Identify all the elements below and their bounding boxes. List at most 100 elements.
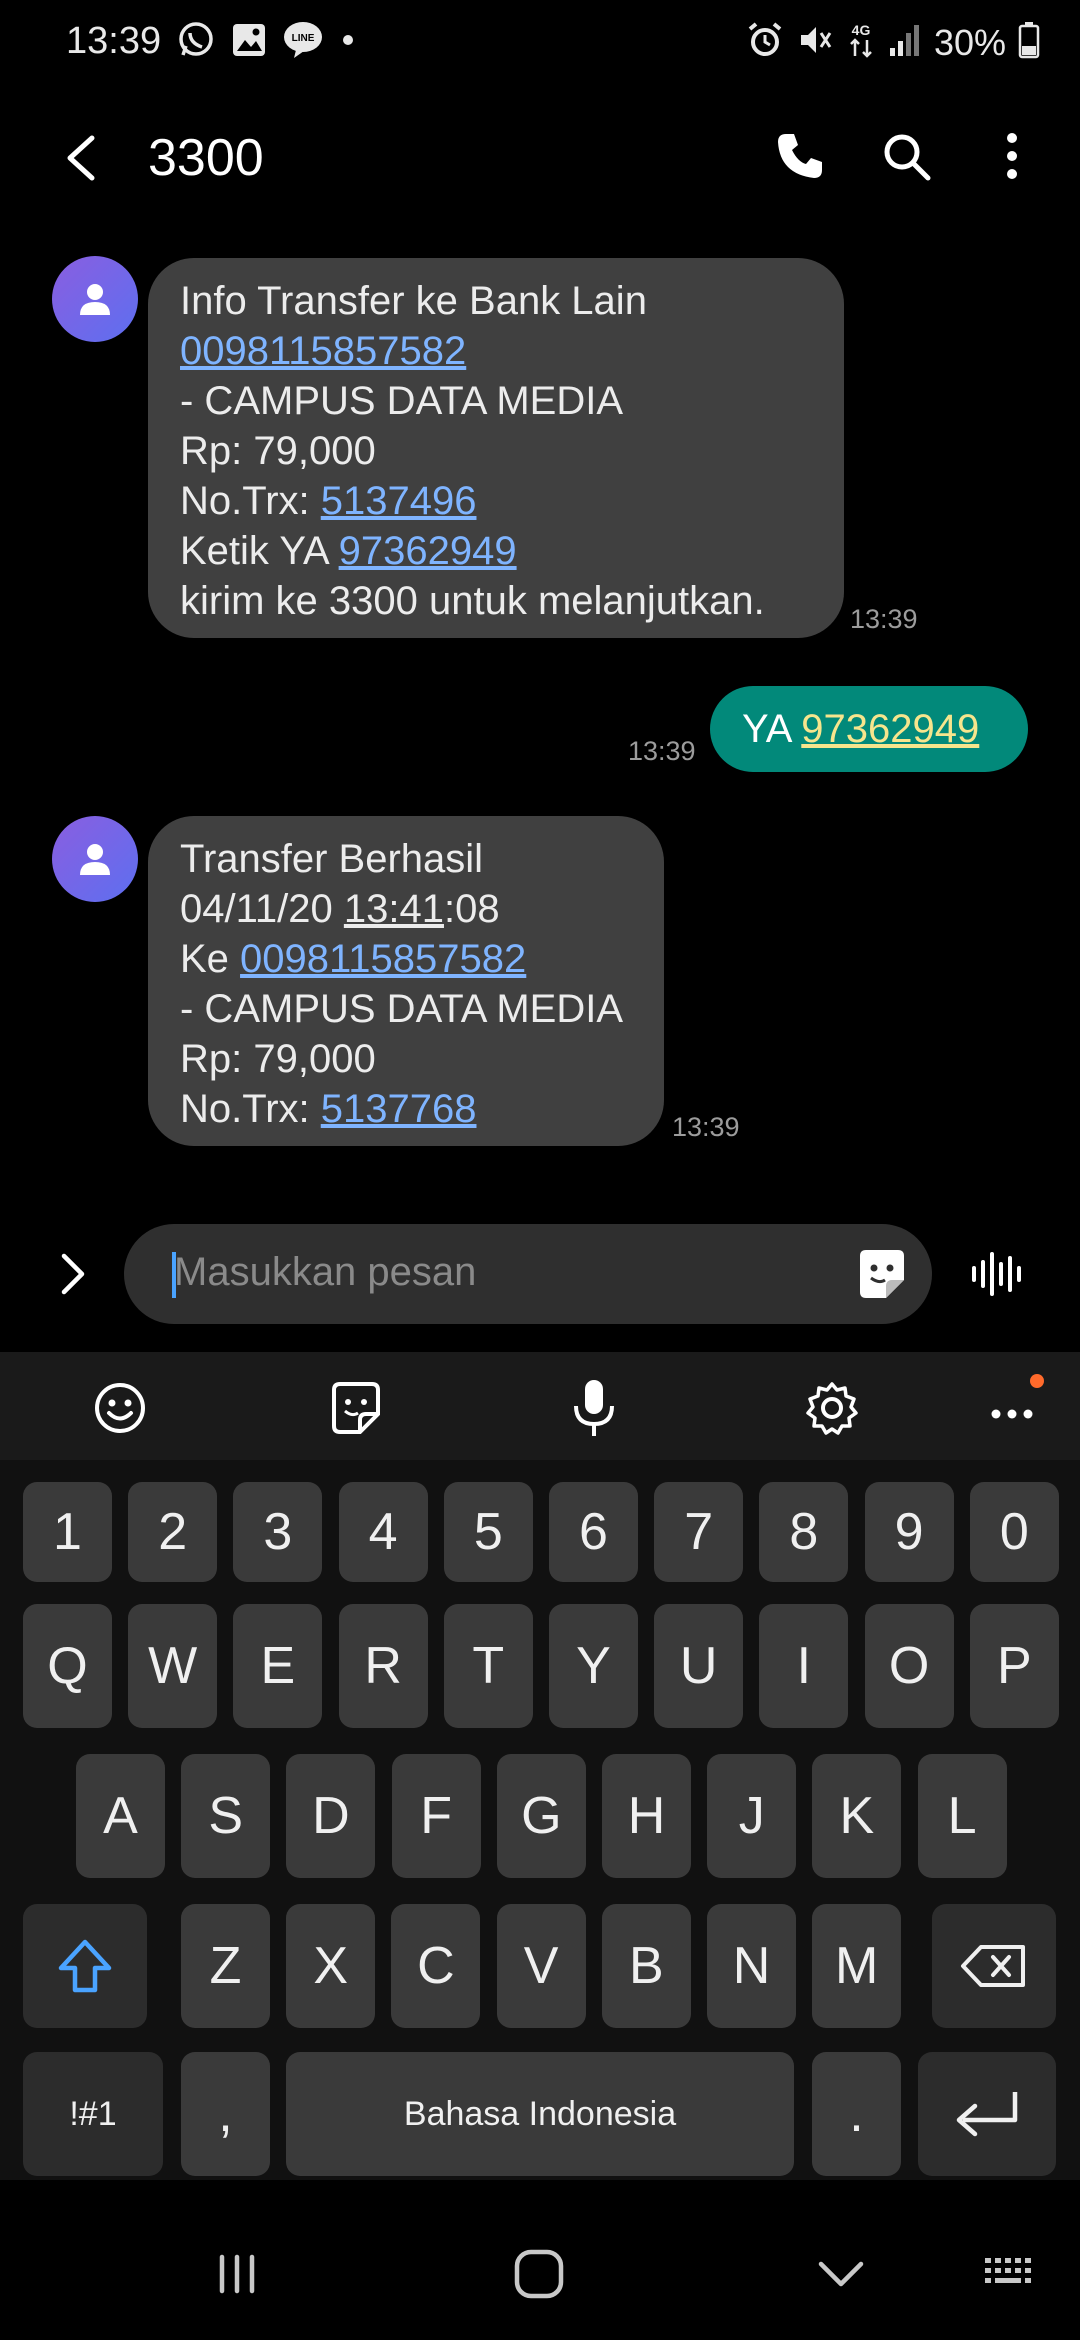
sticker-outline-icon (332, 1382, 380, 1434)
message-line: 0098115857582 (180, 326, 812, 376)
space-key[interactable]: Bahasa Indonesia (286, 2052, 794, 2176)
more-notifications-dot-icon (338, 30, 358, 55)
recent-apps-button[interactable] (202, 2244, 272, 2304)
incoming-message-bubble[interactable]: Info Transfer ke Bank Lain 0098115857582 -… (148, 258, 844, 638)
key-4[interactable]: 4 (338, 1482, 428, 1582)
period-key[interactable]: . (812, 2052, 901, 2176)
keyboard-settings-button[interactable] (802, 1378, 862, 1438)
notification-icons: LINE (176, 20, 358, 65)
key-7[interactable]: 7 (654, 1482, 744, 1582)
message-line: No.Trx: 5137768 (180, 1084, 632, 1134)
comma-key[interactable]: , (181, 2052, 270, 2176)
key-2[interactable]: 2 (128, 1482, 218, 1582)
key-a[interactable]: A (76, 1754, 165, 1878)
key-j[interactable]: J (707, 1754, 797, 1878)
line-app-icon: LINE (282, 20, 324, 65)
keyboard-icon (985, 2258, 1031, 2283)
key-r[interactable]: R (338, 1604, 428, 1728)
message-composer: Masukkan pesan (0, 1220, 1080, 1330)
key-e[interactable]: E (233, 1604, 323, 1728)
search-icon (884, 134, 931, 181)
key-8[interactable]: 8 (759, 1482, 849, 1582)
key-o[interactable]: O (864, 1604, 954, 1728)
key-d[interactable]: D (286, 1754, 376, 1878)
voice-record-button[interactable] (966, 1242, 1030, 1306)
chevron-right-icon (61, 1253, 85, 1295)
key-1[interactable]: 1 (23, 1482, 112, 1582)
key-b[interactable]: B (601, 1904, 691, 2028)
message-link[interactable]: 97362949 (339, 529, 517, 573)
gear-icon (806, 1382, 858, 1435)
key-p[interactable]: P (969, 1604, 1059, 1728)
message-text: Ke (180, 937, 241, 981)
back-arrow-icon (67, 135, 95, 181)
key-w[interactable]: W (128, 1604, 218, 1728)
message-text: kirim ke 3300 untuk melanjutkan. (180, 579, 765, 623)
sender-avatar[interactable] (52, 816, 138, 902)
emoji-button[interactable] (90, 1378, 150, 1438)
symbols-key[interactable]: !#1 (23, 2052, 163, 2176)
key-v[interactable]: V (496, 1904, 586, 2028)
home-button[interactable] (504, 2244, 574, 2304)
keyboard-more-button[interactable] (984, 1374, 1044, 1438)
message-timestamp: 13:39 (628, 736, 696, 766)
key-t[interactable]: T (443, 1604, 533, 1728)
more-options-button[interactable] (980, 124, 1044, 188)
key-h[interactable]: H (602, 1754, 691, 1878)
message-input[interactable]: Masukkan pesan (124, 1224, 932, 1324)
message-link[interactable]: 5137768 (321, 1087, 477, 1131)
key-3[interactable]: 3 (233, 1482, 323, 1582)
status-time: 13:39 (66, 20, 162, 62)
incoming-message-bubble[interactable]: Transfer Berhasil 04/11/20 13:41:08 Ke 009… (148, 816, 664, 1146)
call-button[interactable] (768, 124, 832, 188)
outgoing-message-bubble[interactable]: YA 97362949 (710, 686, 1028, 772)
backspace-key[interactable] (932, 1904, 1056, 2028)
message-link[interactable]: 0098115857582 (240, 937, 526, 981)
whatsapp-icon (176, 20, 216, 65)
recent-apps-icon (219, 2254, 255, 2294)
key-k[interactable]: K (812, 1754, 902, 1878)
keyboard-switch-button[interactable] (976, 2244, 1046, 2304)
key-u[interactable]: U (654, 1604, 744, 1728)
home-icon (514, 2249, 564, 2299)
message-text: :08 (443, 887, 500, 931)
key-q[interactable]: Q (23, 1604, 112, 1728)
message-line: Rp: 79,000 (180, 1034, 632, 1084)
message-line: 04/11/20 13:41:08 (180, 884, 632, 934)
enter-key[interactable] (918, 2052, 1056, 2176)
key-f[interactable]: F (391, 1754, 481, 1878)
message-text: - CAMPUS DATA MEDIA (180, 987, 624, 1031)
key-z[interactable]: Z (181, 1904, 270, 2028)
message-link[interactable]: 5137496 (321, 479, 477, 523)
message-time-link[interactable]: 13:41 (344, 887, 444, 931)
key-9[interactable]: 9 (864, 1482, 954, 1582)
message-timestamp: 13:39 (850, 604, 918, 634)
key-c[interactable]: C (391, 1904, 481, 2028)
outgoing-code-link[interactable]: 97362949 (801, 707, 979, 751)
key-m[interactable]: M (812, 1904, 902, 2028)
network-4g-icon: 4G (846, 20, 876, 65)
key-0[interactable]: 0 (969, 1482, 1059, 1582)
message-link[interactable]: 0098115857582 (180, 329, 466, 373)
svg-text:4G: 4G (852, 22, 871, 38)
shift-key[interactable] (23, 1904, 147, 2028)
gallery-icon (230, 21, 268, 64)
search-button[interactable] (874, 124, 938, 188)
key-g[interactable]: G (496, 1754, 586, 1878)
key-y[interactable]: Y (549, 1604, 638, 1728)
sender-avatar[interactable] (52, 256, 138, 342)
key-6[interactable]: 6 (549, 1482, 638, 1582)
key-s[interactable]: S (181, 1754, 271, 1878)
key-l[interactable]: L (917, 1754, 1007, 1878)
sticker-button[interactable] (854, 1246, 910, 1302)
voice-input-button[interactable] (564, 1378, 624, 1438)
back-button[interactable] (52, 126, 116, 190)
key-x[interactable]: X (286, 1904, 376, 2028)
key-5[interactable]: 5 (443, 1482, 533, 1582)
key-i[interactable]: I (759, 1604, 849, 1728)
hide-keyboard-button[interactable] (806, 2244, 876, 2304)
expand-attachments-button[interactable] (46, 1246, 102, 1302)
sticker-keyboard-button[interactable] (326, 1378, 386, 1438)
key-n[interactable]: N (707, 1904, 796, 2028)
mute-icon (796, 21, 834, 64)
